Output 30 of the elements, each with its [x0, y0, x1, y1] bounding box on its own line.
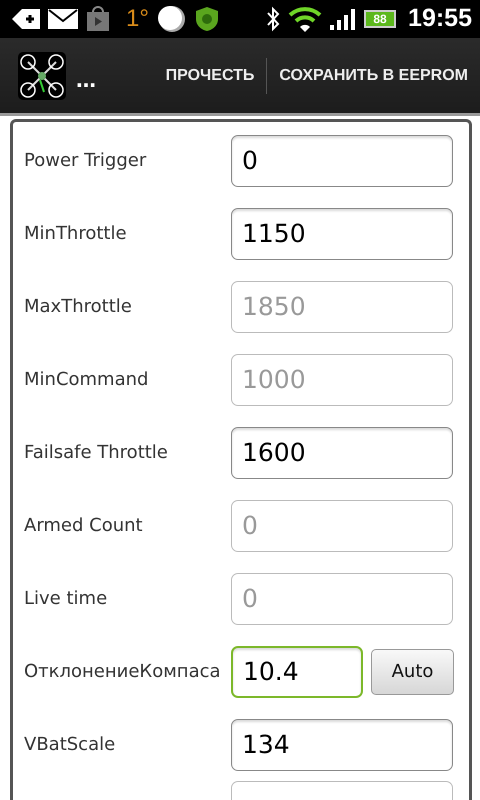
input-field[interactable]: 0	[231, 134, 453, 186]
setting-label: MaxThrottle	[24, 295, 133, 319]
auto-button[interactable]: Auto	[371, 648, 454, 694]
store-bag-icon	[86, 6, 110, 32]
battery-icon: 88	[364, 10, 396, 28]
quadcopter-icon	[18, 52, 66, 100]
mail-icon	[48, 8, 78, 30]
setting-label: Failsafe Throttle	[24, 441, 169, 465]
input-field[interactable]: 1150	[231, 208, 453, 260]
input-field[interactable]: 10.4	[231, 646, 363, 698]
add-tag-icon	[12, 7, 40, 31]
shield-icon	[194, 6, 219, 32]
app-title: …	[76, 67, 96, 94]
action-button[interactable]: ПРОЧЕСТЬ	[154, 54, 266, 98]
setting-label: Live time	[24, 587, 108, 611]
input-field[interactable]: 1600	[231, 426, 453, 478]
bluetooth-icon	[266, 5, 280, 33]
setting-label: ОтклонениеКомпаса	[24, 660, 222, 684]
setting-label: MinCommand	[24, 368, 150, 392]
action-button[interactable]: СОХРАНИТЬ В EEPROM	[267, 54, 480, 98]
input-field[interactable]: 134	[231, 718, 453, 770]
signal-icon	[330, 8, 356, 30]
setting-label: Armed Count	[24, 514, 144, 538]
setting-label: MinThrottle	[24, 222, 128, 246]
setting-label: Power Trigger	[24, 149, 148, 173]
temperature-text: 1°	[126, 7, 149, 31]
clock-text: 19:55	[408, 3, 472, 34]
wifi-icon	[288, 5, 322, 33]
moon-icon	[156, 4, 187, 34]
setting-label: VBatScale	[24, 733, 116, 757]
